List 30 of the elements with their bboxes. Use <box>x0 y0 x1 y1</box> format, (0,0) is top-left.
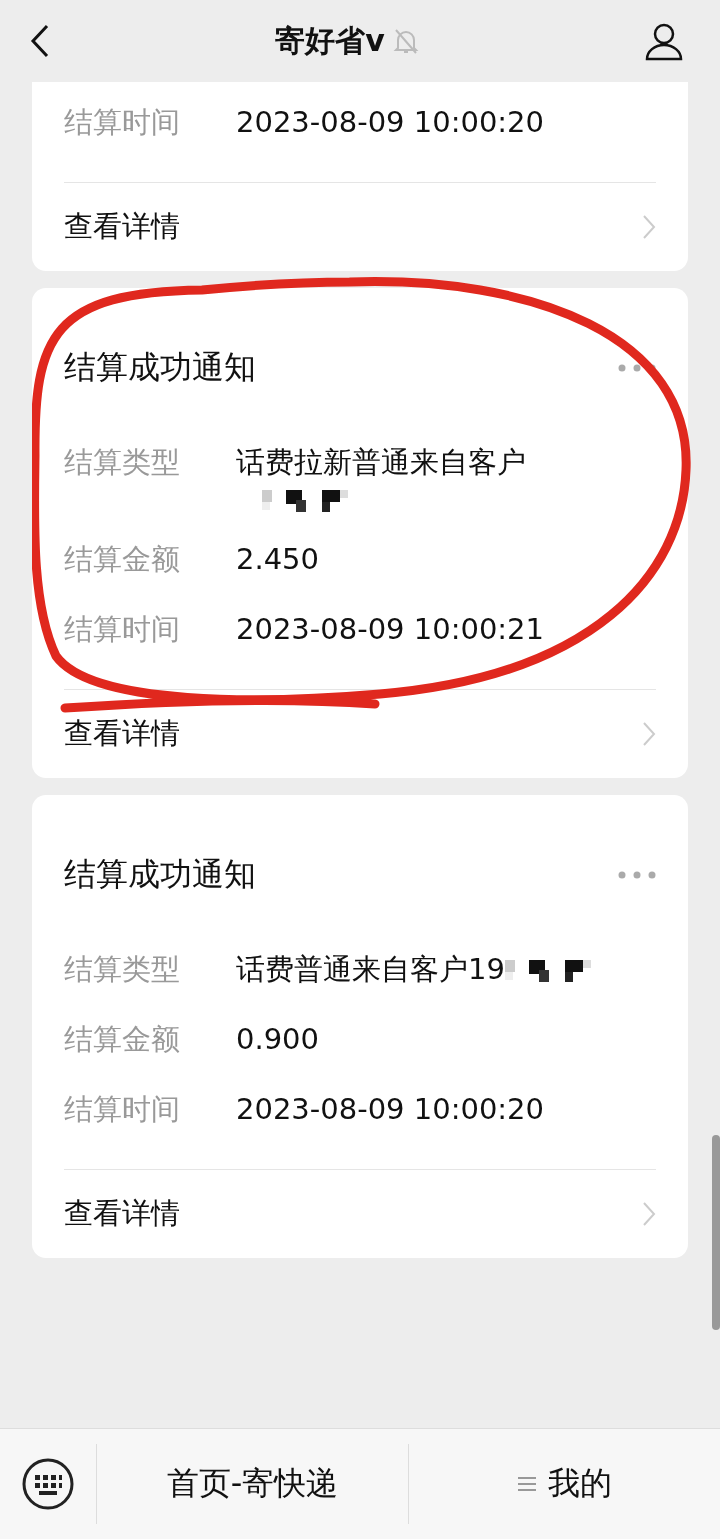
more-icon[interactable] <box>618 364 656 372</box>
card-title: 结算成功通知 <box>64 347 256 388</box>
chevron-icon <box>642 214 656 240</box>
field-value: 0.900 <box>236 1021 320 1058</box>
field-value: 2023-08-09 10:00:21 <box>236 611 544 648</box>
chevron-icon <box>642 721 656 747</box>
field-value: 2.450 <box>236 541 320 578</box>
field-value: 话费拉新普通来自客户 <box>236 444 526 481</box>
field-label: 结算类型 <box>64 951 181 988</box>
keyboard-icon[interactable] <box>22 1458 74 1510</box>
view-details-link[interactable]: 查看详情 <box>64 183 656 271</box>
menu-button[interactable]: 首页-寄快递 <box>96 1444 408 1524</box>
field-label: 结算时间 <box>64 611 181 648</box>
chat-title: 寄好省v <box>275 21 385 60</box>
view-details-link[interactable]: 查看详情 <box>64 1170 656 1258</box>
field-label: 结算类型 <box>64 444 181 481</box>
field-value: 2023-08-09 10:00:20 <box>236 1091 544 1128</box>
card-title: 结算成功通知 <box>64 854 256 895</box>
chevron-icon <box>642 1201 656 1227</box>
menu-icon <box>517 1476 536 1492</box>
profile-icon[interactable] <box>644 21 684 61</box>
field-value: 话费普通来自客户19 <box>236 951 505 988</box>
field-label: 结算金额 <box>64 1021 181 1058</box>
field-value: 2023-08-09 10:00:20 <box>236 104 544 141</box>
field-label: 结算时间 <box>64 1091 181 1128</box>
field-label: 结算时间 <box>64 104 181 141</box>
view-details-link[interactable]: 查看详情 <box>64 690 656 778</box>
field-label: 结算金额 <box>64 541 181 578</box>
back-icon[interactable] <box>30 24 50 58</box>
menu-button[interactable]: 我的 <box>408 1444 720 1524</box>
